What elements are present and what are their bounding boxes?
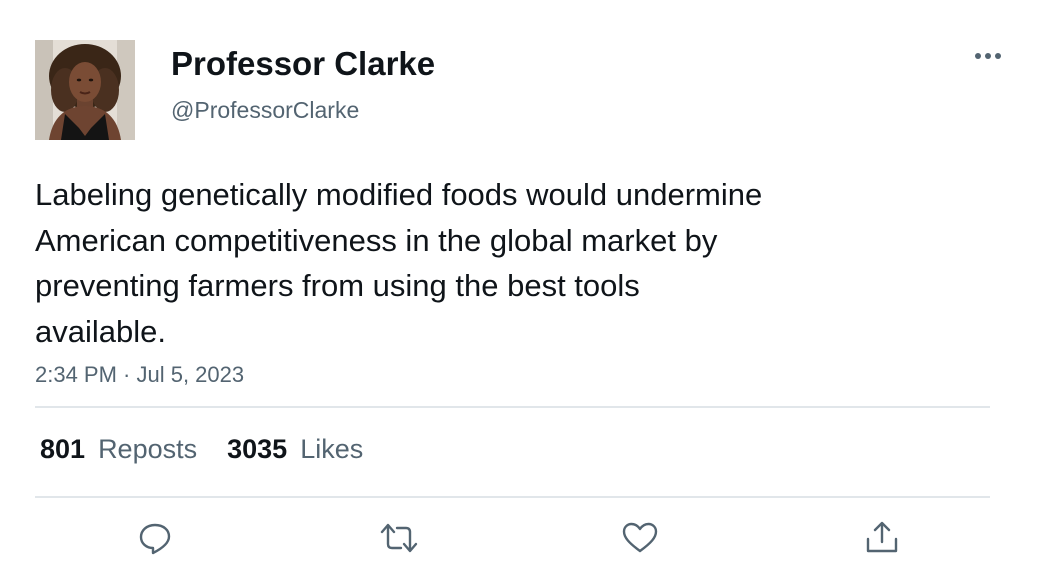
- repost-arrows-icon: [380, 523, 418, 553]
- likes-label: Likes: [300, 434, 364, 464]
- reposts-count: 801: [40, 434, 86, 464]
- avatar[interactable]: [35, 40, 135, 140]
- divider-bottom: [35, 496, 990, 498]
- author-display-name[interactable]: Professor Clarke: [171, 44, 435, 84]
- engagement-stats: 801 Reposts 3035 Likes: [40, 433, 363, 465]
- repost-button[interactable]: [379, 518, 419, 558]
- more-options-button[interactable]: [968, 44, 1008, 68]
- likes-stat[interactable]: 3035 Likes: [227, 433, 363, 465]
- reposts-label: Reposts: [98, 434, 198, 464]
- reposts-stat[interactable]: 801 Reposts: [40, 433, 197, 465]
- tweet-timestamp[interactable]: 2:34 PM · Jul 5, 2023: [35, 362, 244, 388]
- tweet-text: Labeling genetically modified foods woul…: [35, 177, 763, 349]
- author-handle[interactable]: @ProfessorClarke: [171, 96, 359, 124]
- reply-button[interactable]: [135, 518, 175, 558]
- divider-top: [35, 406, 990, 408]
- more-horizontal-icon: [975, 53, 1001, 59]
- share-upload-icon: [866, 521, 898, 553]
- like-button[interactable]: [620, 518, 660, 558]
- share-button[interactable]: [862, 518, 902, 558]
- likes-count: 3035: [227, 434, 288, 464]
- reply-bubble-icon: [139, 523, 171, 555]
- avatar-image: [35, 40, 135, 140]
- heart-icon: [622, 522, 658, 553]
